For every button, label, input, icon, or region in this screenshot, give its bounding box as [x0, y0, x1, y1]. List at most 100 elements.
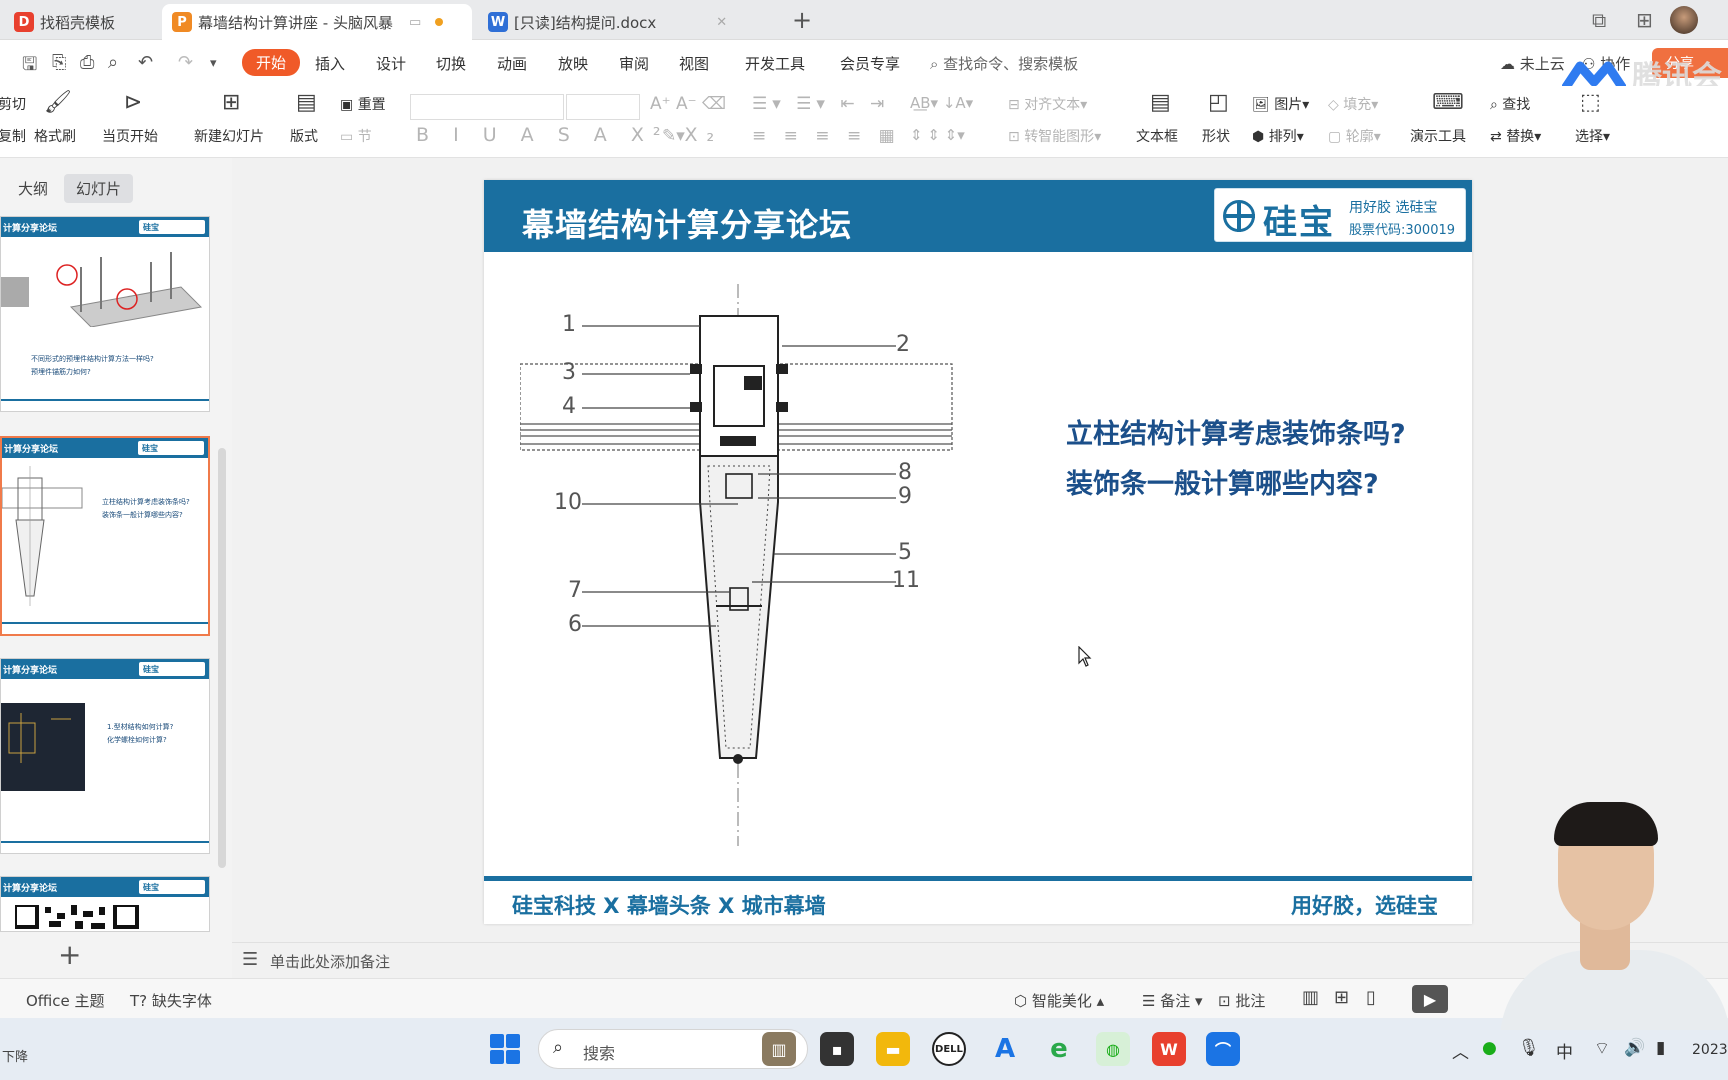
menu-design[interactable]: 设计 [376, 53, 406, 74]
print-icon[interactable]: ⎙ [80, 52, 94, 73]
arrange-button[interactable]: ⬢ 排列▾ [1252, 126, 1304, 146]
text-direction-icon[interactable]: A͟B▾ ↓A▾ [910, 94, 973, 112]
picture-button[interactable]: 🖼 图片▾ [1252, 94, 1309, 114]
copy-button[interactable]: 复制 [0, 126, 26, 146]
present-tools-button[interactable]: 演示工具 [1410, 126, 1466, 146]
redo-icon[interactable]: ↷ [178, 52, 193, 73]
find-button[interactable]: ⌕ 查找 [1490, 94, 1530, 114]
smartart-button[interactable]: ⊡ 转智能图形▾ [1008, 126, 1101, 146]
undo-icon[interactable]: ↶ [138, 52, 153, 73]
missing-font-button[interactable]: T? 缺失字体 [130, 990, 212, 1011]
microphone-icon[interactable]: 🎙 [1518, 1038, 1540, 1058]
curtain-wall-section-drawing[interactable] [520, 276, 960, 856]
chevron-down-icon[interactable]: ▾ [210, 56, 217, 71]
battery-icon[interactable]: ▮ [1656, 1038, 1665, 1058]
notes-toggle[interactable]: ☰ 备注 ▾ [1142, 990, 1203, 1011]
menu-slideshow[interactable]: 放映 [558, 53, 588, 74]
grid-icon[interactable]: ⊞ [1636, 8, 1653, 32]
tencent-meeting-icon[interactable]: ⌒ [1206, 1032, 1240, 1066]
screen-icon[interactable]: ⧉ [1592, 8, 1606, 32]
slide-thumbnail-1[interactable]: 计算分享论坛 硅宝 不同形式的预埋件结构计算方法一样吗? 预埋件锚筋力如何? [0, 216, 210, 412]
slide-footer-right[interactable]: 用好胶，选硅宝 [1291, 890, 1438, 920]
file-explorer-icon[interactable]: ▬ [876, 1032, 910, 1066]
menu-view[interactable]: 视图 [679, 53, 709, 74]
clock[interactable]: 2023 [1692, 1042, 1728, 1058]
tab-outline[interactable]: 大纲 [6, 174, 60, 203]
notes-placeholder[interactable]: 单击此处添加备注 [270, 951, 390, 972]
autodesk-icon[interactable]: A [988, 1032, 1022, 1066]
wifi-icon[interactable]: ⌔ [1594, 1038, 1610, 1059]
task-view-icon[interactable]: ▪ [820, 1032, 854, 1066]
textbox-button[interactable]: 文本框 [1136, 126, 1178, 146]
close-icon[interactable]: ▭ [409, 15, 421, 30]
export-icon[interactable]: ⎘ [52, 52, 66, 73]
thumbnail-scrollbar[interactable] [218, 448, 226, 868]
select-button[interactable]: 选择▾ [1575, 126, 1610, 146]
play-slideshow-icon[interactable]: ▶ [1412, 985, 1448, 1013]
volume-icon[interactable]: 🔊 [1624, 1038, 1645, 1058]
slide-question-2[interactable]: 装饰条一般计算哪些内容? [1066, 462, 1379, 501]
cut-button[interactable]: 剪切 [0, 94, 26, 114]
menu-home[interactable]: 开始 [242, 49, 301, 76]
tab-slides[interactable]: 幻灯片 [64, 174, 134, 203]
align-text-button[interactable]: ⊟ 对齐文本▾ [1008, 94, 1087, 114]
menu-insert[interactable]: 插入 [315, 53, 345, 74]
slide-title[interactable]: 幕墙结构计算分享论坛 [522, 200, 852, 246]
layout-button[interactable]: 版式 [290, 126, 318, 146]
menu-review[interactable]: 审阅 [619, 53, 649, 74]
slide-footer-left[interactable]: 硅宝科技 X 幕墙头条 X 城市幕墙 [512, 890, 826, 920]
menu-transition[interactable]: 切换 [436, 53, 466, 74]
section-button[interactable]: ▭ 节 [340, 126, 372, 146]
building-app-icon[interactable]: ▥ [762, 1032, 796, 1066]
slide-sorter-icon[interactable]: ⊞ [1334, 987, 1349, 1008]
slide-thumbnail-4[interactable]: 计算分享论坛 硅宝 [0, 876, 210, 932]
close-icon[interactable]: ✕ [716, 15, 727, 30]
slide-thumbnail-3[interactable]: 计算分享论坛 硅宝 1.型材结构如何计算? 化学螺栓如何计算? [0, 658, 210, 854]
slide-question-1[interactable]: 立柱结构计算考虑装饰条吗? [1066, 412, 1406, 451]
normal-view-icon[interactable]: ▥ [1302, 987, 1319, 1008]
font-grow-icon[interactable]: A⁺ A⁻ ⌫ [650, 94, 726, 114]
beautify-button[interactable]: ⬡ 智能美化 ▴ [1014, 990, 1104, 1011]
slide-thumbnail-2[interactable]: 计算分享论坛 硅宝 立柱结构计算考虑装饰条吗? 装饰条一般计算哪些内容? [0, 436, 210, 636]
windows-start-icon[interactable] [490, 1034, 520, 1064]
slide-canvas[interactable]: 幕墙结构计算分享论坛 硅宝 用好胶 选硅宝 股票代码:300019 1 2 3 … [484, 180, 1472, 924]
tab-word-doc[interactable]: W [只读]结构提问.docx ✕ [478, 4, 778, 40]
tab-docer-templates[interactable]: D 找稻壳模板 [4, 4, 125, 40]
preview-icon[interactable]: ⌕ [108, 52, 118, 73]
tray-chevron-icon[interactable]: ︿ [1452, 1038, 1469, 1063]
wechat-icon[interactable]: ◍ [1096, 1032, 1130, 1066]
new-slide-button[interactable]: 新建幻灯片 [194, 126, 264, 146]
dell-icon[interactable]: DELL [932, 1032, 966, 1066]
fill-button[interactable]: ◇ 填充▾ [1328, 94, 1378, 114]
ime-indicator[interactable]: 中 [1556, 1038, 1573, 1063]
save-icon[interactable]: 🖫 [22, 52, 37, 82]
add-slide-icon[interactable]: + [58, 938, 81, 971]
font-name-select[interactable] [410, 94, 564, 120]
cloud-status[interactable]: ☁ 未上云 [1500, 53, 1565, 74]
theme-label[interactable]: Office 主题 [26, 990, 105, 1011]
comment-button[interactable]: ⊡ 批注 [1218, 990, 1265, 1011]
from-current-button[interactable]: 当页开始 [102, 126, 158, 146]
tab-ppt-lecture[interactable]: P 幕墙结构计算讲座 - 头脑风暴 ▭ [162, 4, 472, 40]
menu-animation[interactable]: 动画 [497, 53, 527, 74]
new-tab-icon[interactable]: + [792, 6, 812, 34]
align-icons[interactable]: ≡ ≡ ≡ ≡ ▦ [752, 126, 901, 146]
highlight-icon[interactable]: ✎▾ [662, 126, 685, 146]
menu-member[interactable]: 会员专享 [840, 53, 900, 74]
format-painter-button[interactable]: 格式刷 [34, 126, 76, 146]
avatar[interactable] [1670, 6, 1698, 34]
tray-app-icon[interactable]: ● [1482, 1038, 1497, 1058]
font-size-select[interactable] [566, 94, 640, 120]
command-search[interactable]: ⌕ 查找命令、搜索模板 [930, 53, 1078, 74]
browser-icon[interactable]: e [1042, 1032, 1076, 1066]
wps-icon[interactable]: W [1152, 1032, 1186, 1066]
reading-view-icon[interactable]: ▯ [1366, 987, 1376, 1008]
reset-button[interactable]: ▣ 重置 [340, 94, 386, 114]
tab-bar: D 找稻壳模板 P 幕墙结构计算讲座 - 头脑风暴 ▭ W [只读]结构提问.d… [0, 0, 1728, 40]
shape-button[interactable]: 形状 [1202, 126, 1230, 146]
list-icons[interactable]: ☰▾ ☰▾ ⇤ ⇥ [752, 94, 889, 114]
replace-button[interactable]: ⇄ 替换▾ [1490, 126, 1541, 146]
outline-button[interactable]: ▢ 轮廓▾ [1328, 126, 1381, 146]
menu-developer[interactable]: 开发工具 [745, 53, 805, 74]
line-spacing-icon[interactable]: ⇕ ⇕ ⇕▾ [910, 126, 965, 144]
